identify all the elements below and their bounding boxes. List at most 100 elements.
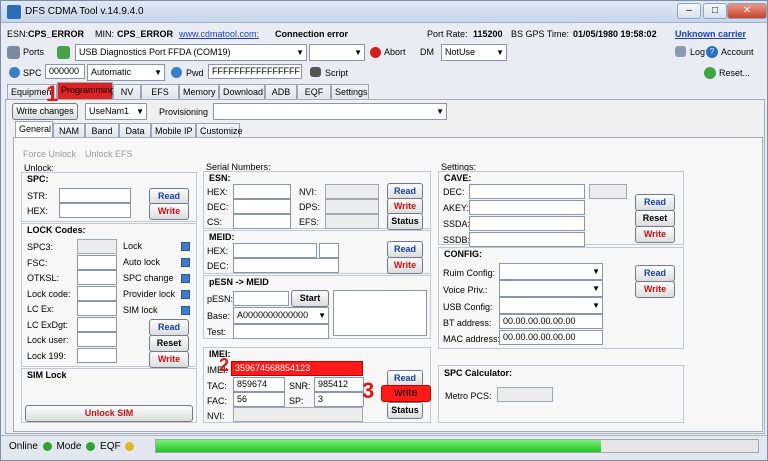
lock-code-input[interactable]: [77, 332, 117, 347]
maximize-button[interactable]: □: [703, 3, 727, 19]
log-button[interactable]: Log: [690, 47, 705, 57]
lock-read-button[interactable]: Read: [149, 319, 189, 336]
online-label: Online: [9, 441, 38, 452]
website-link[interactable]: www.cdmatool.com:: [179, 29, 259, 39]
write-changes-button[interactable]: Write changes: [12, 103, 78, 120]
tab-efs[interactable]: EFS: [141, 84, 179, 100]
pesn-input[interactable]: [233, 291, 289, 306]
usb-config-label: USB Config:: [443, 302, 493, 312]
lock-code-input[interactable]: [77, 285, 117, 301]
pesn-result-area[interactable]: [333, 290, 427, 336]
tab-programming[interactable]: Programming: [57, 82, 115, 100]
chevron-down-icon: ▼: [592, 301, 600, 310]
meid-write-button[interactable]: Write: [387, 257, 423, 274]
cave-dec-input[interactable]: [469, 184, 585, 199]
abort-button[interactable]: Abort: [384, 47, 406, 57]
meid-read-button[interactable]: Read: [387, 241, 423, 258]
meid-cs-input[interactable]: [319, 243, 339, 258]
chevron-down-icon: ▼: [436, 107, 444, 116]
ssda-input[interactable]: [469, 216, 585, 231]
sp-label: SP:: [289, 396, 304, 406]
lock-code-input[interactable]: [77, 254, 117, 270]
esn-value: CPS_ERROR: [28, 29, 85, 39]
akey-input[interactable]: [469, 200, 585, 215]
lock-code-input[interactable]: [77, 301, 117, 316]
spc-mode-select[interactable]: Automatic ▼: [87, 64, 165, 81]
esn-cs-input[interactable]: [233, 214, 291, 229]
unlock-sim-button[interactable]: Unlock SIM: [25, 405, 193, 422]
meid-dec-input[interactable]: [233, 258, 339, 273]
test-input[interactable]: [233, 324, 329, 339]
tab-settings[interactable]: Settings: [331, 84, 369, 100]
mac-address-input[interactable]: 00.00.00.00.00.00: [499, 330, 603, 345]
minimize-button[interactable]: –: [677, 3, 701, 19]
fac-input[interactable]: 56: [233, 392, 285, 407]
pwd-input[interactable]: FFFFFFFFFFFFFFFF: [208, 64, 302, 79]
lock-code-label: FSC:: [27, 257, 48, 268]
port-select[interactable]: USB Diagnostics Port FFDA (COM19) ▼: [75, 44, 307, 61]
spc-write-button[interactable]: Write: [149, 203, 189, 220]
esn-dec-input[interactable]: [233, 199, 291, 214]
voice-priv-select[interactable]: ▼: [499, 280, 603, 297]
provisioning-select[interactable]: ▼: [213, 103, 447, 120]
bt-address-input[interactable]: 00.00.00.00.00.00: [499, 314, 603, 329]
abort-icon: [370, 47, 381, 58]
help-icon[interactable]: ?: [706, 46, 718, 58]
tab-download[interactable]: Download: [219, 84, 265, 100]
config-read-button[interactable]: Read: [635, 265, 675, 282]
config-write-button[interactable]: Write: [635, 281, 675, 298]
usb-config-select[interactable]: ▼: [499, 297, 603, 314]
tab-nv[interactable]: NV: [113, 84, 141, 100]
force-unlock-button[interactable]: Force Unlock: [23, 149, 76, 159]
script-button[interactable]: Script: [325, 68, 348, 78]
base-select[interactable]: A0000000000000 ▼: [233, 307, 329, 324]
tab-memory[interactable]: Memory: [179, 84, 219, 100]
imei-input[interactable]: 359674568854123: [231, 361, 363, 376]
close-button[interactable]: ✕: [727, 3, 767, 19]
reset-menu-button[interactable]: Reset...: [719, 68, 750, 78]
dm-select[interactable]: NotUse ▼: [441, 44, 507, 61]
profile-select[interactable]: UseNam1 ▼: [85, 103, 147, 120]
hex-label: HEX:: [27, 206, 49, 216]
lock-flag-label: SIM lock: [123, 305, 158, 315]
esn-hex-input[interactable]: [233, 184, 291, 199]
ssdb-input[interactable]: [469, 232, 585, 247]
spc-hex-input[interactable]: [59, 203, 131, 218]
lock-code-input[interactable]: [77, 270, 117, 285]
tab-eqf[interactable]: EQF: [297, 84, 331, 100]
meid-hex-input[interactable]: [233, 243, 317, 258]
voice-priv-label: Voice Priv.:: [443, 285, 488, 295]
lock-write-button[interactable]: Write: [149, 351, 189, 368]
account-button[interactable]: Account: [721, 47, 754, 57]
spc-str-input[interactable]: [59, 188, 131, 203]
unlock-efs-button[interactable]: Unlock EFS: [85, 149, 133, 159]
pesn-start-button[interactable]: Start: [291, 290, 329, 307]
lock-flag-indicator-icon: [181, 306, 190, 315]
snr-input[interactable]: 985412: [314, 377, 364, 392]
cave-dec-label: DEC:: [443, 187, 465, 197]
port-select-value: USB Diagnostics Port FFDA (COM19): [79, 47, 231, 57]
esn-status-button[interactable]: Status: [387, 213, 423, 230]
baud-select[interactable]: ▼: [309, 44, 365, 61]
ports-button[interactable]: Ports: [23, 47, 44, 57]
app-window: DFS CDMA Tool v.14.9.4.0 – □ ✕ ESN: CPS_…: [0, 0, 768, 461]
lock-flag-indicator-icon: [181, 258, 190, 267]
metro-pcs-label: Metro PCS:: [445, 391, 492, 401]
cave-reset-button[interactable]: Reset: [635, 210, 675, 227]
imei-write-button[interactable]: write: [381, 385, 431, 402]
lock-code-input[interactable]: [77, 347, 117, 363]
tab-adb[interactable]: ADB: [265, 84, 297, 100]
spc-input[interactable]: 000000: [45, 64, 85, 79]
carrier-link[interactable]: Unknown carrier: [675, 29, 746, 39]
lock-flag-label: Lock: [123, 241, 143, 251]
mode-indicator-icon: [86, 441, 96, 451]
imei-status-button[interactable]: Status: [387, 402, 423, 419]
lock-reset-button[interactable]: Reset: [149, 335, 189, 352]
cave-write-button[interactable]: Write: [635, 226, 675, 243]
ruim-config-select[interactable]: ▼: [499, 263, 603, 280]
cave-read-button[interactable]: Read: [635, 194, 675, 211]
lock-code-input[interactable]: [77, 316, 117, 332]
akey-label: AKEY:: [443, 203, 470, 213]
sp-input[interactable]: 3: [314, 392, 364, 407]
tac-input[interactable]: 859674: [233, 377, 285, 392]
